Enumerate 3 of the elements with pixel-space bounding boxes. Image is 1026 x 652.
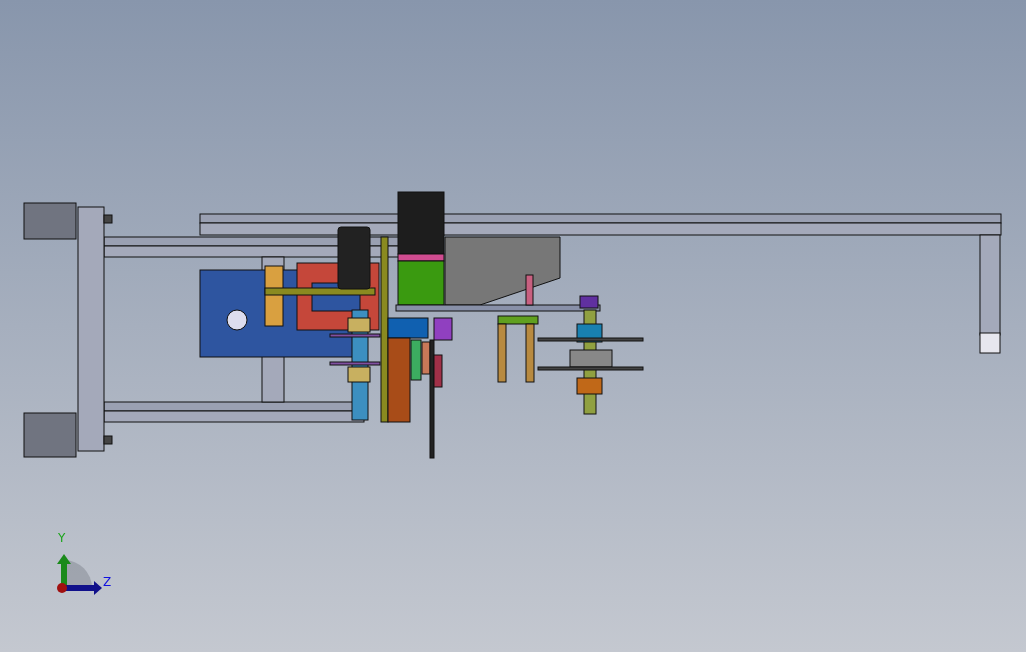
axis-label: Z	[103, 575, 112, 589]
axis-triad-drawing	[57, 554, 102, 595]
axis-label: Y	[58, 531, 66, 545]
